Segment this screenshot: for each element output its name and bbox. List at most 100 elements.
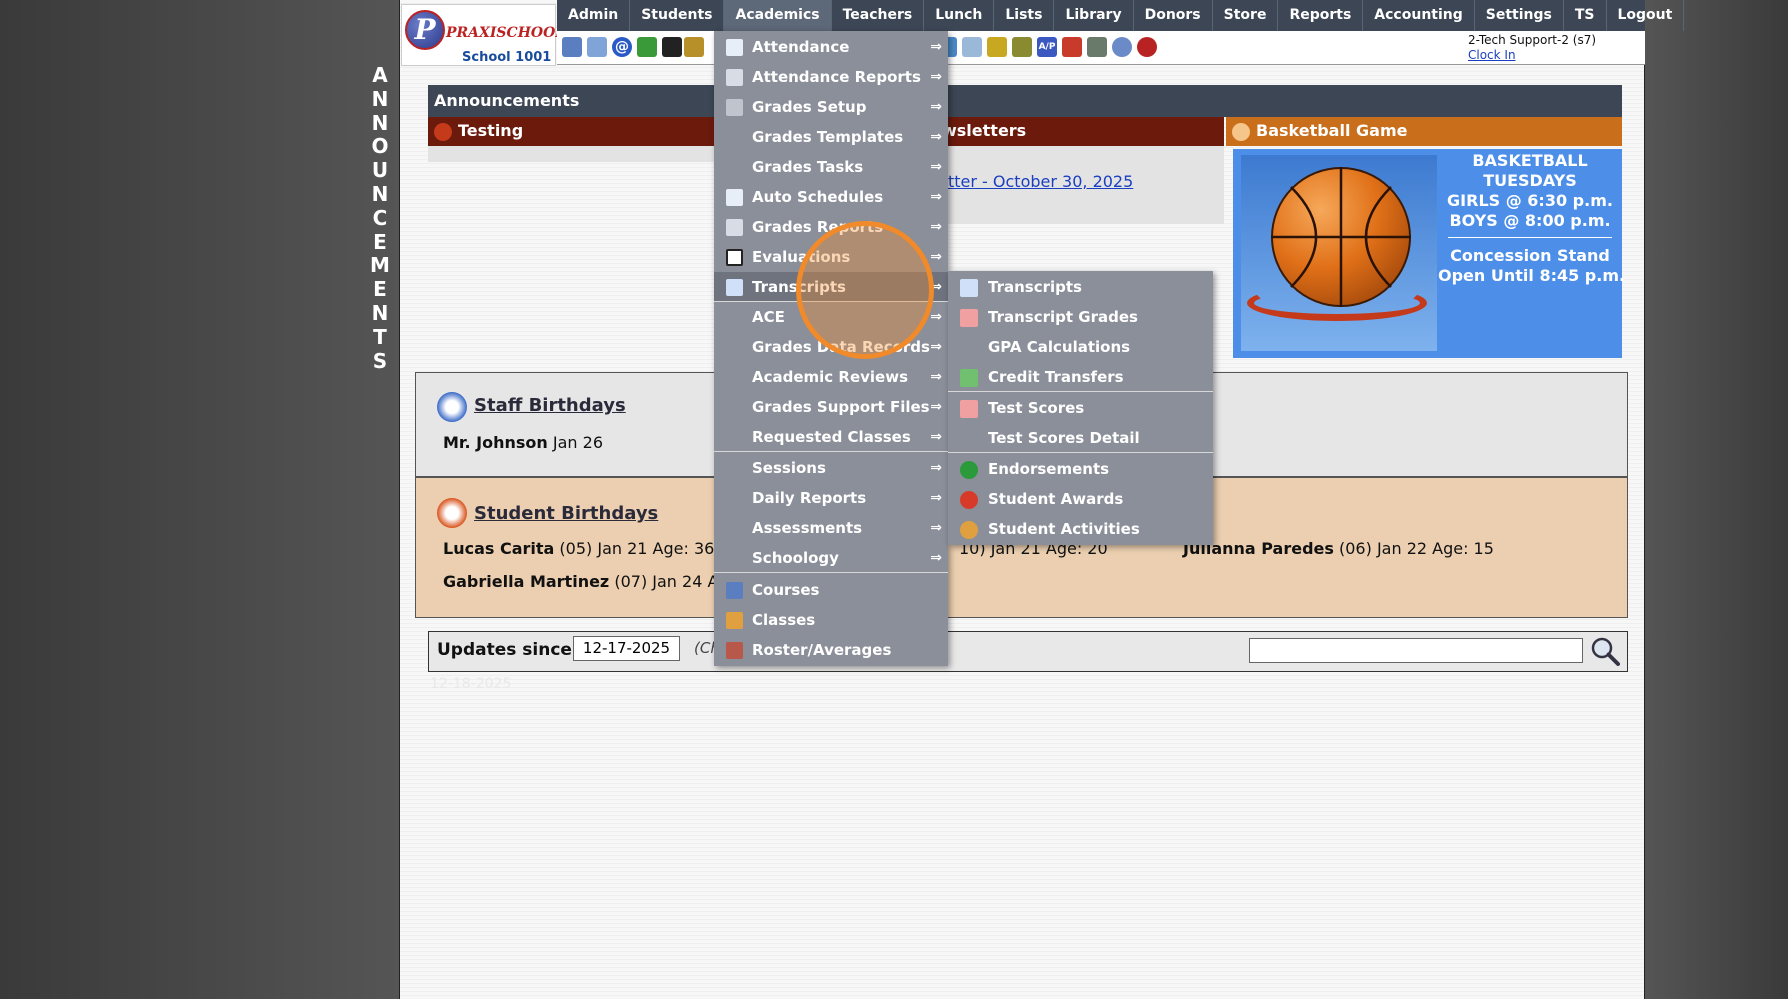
power-icon[interactable] <box>1137 37 1157 57</box>
email-icon[interactable]: @ <box>612 37 632 57</box>
money-icon[interactable] <box>1087 37 1107 57</box>
ap-icon[interactable]: A/P <box>1037 37 1057 57</box>
nav-teachers[interactable]: Teachers <box>832 0 925 31</box>
menu-item-daily-reports[interactable]: Daily Reports ⇒ <box>714 483 948 513</box>
nav-settings[interactable]: Settings <box>1475 0 1564 31</box>
transfer-icon <box>960 369 978 387</box>
menu-item-label: Sessions <box>752 459 826 477</box>
card-icon[interactable] <box>987 37 1007 57</box>
search-icon[interactable] <box>1589 635 1621 667</box>
nav-store[interactable]: Store <box>1213 0 1279 31</box>
vertical-announcements-banner: ANNOUNCEMENTS <box>368 63 392 373</box>
menu-item-attendance[interactable]: Attendance ⇒ <box>714 32 948 62</box>
submenu-item-test-scores[interactable]: Test Scores <box>948 393 1213 423</box>
chat-icon[interactable] <box>637 37 657 57</box>
announcements-banner-letter: T <box>373 324 387 349</box>
right-background <box>1645 0 1788 999</box>
submenu-arrow-icon: ⇒ <box>930 520 942 536</box>
nav-students[interactable]: Students <box>630 0 725 31</box>
menu-item-roster-averages[interactable]: Roster/Averages <box>714 635 948 665</box>
basketball-image <box>1241 155 1437 351</box>
lunch-icon[interactable] <box>684 37 704 57</box>
menu-item-grades-templates[interactable]: Grades Templates ⇒ <box>714 122 948 152</box>
checkbox-icon <box>726 249 743 266</box>
menu-item-grades-setup[interactable]: Grades Setup ⇒ <box>714 92 948 122</box>
menu-item-schoology[interactable]: Schoology ⇒ <box>714 543 948 573</box>
student-birthdays-title[interactable]: Student Birthdays <box>474 503 658 524</box>
announcements-banner-letter: N <box>371 86 389 111</box>
menu-item-label: Grades Tasks <box>752 158 864 176</box>
pdf-icon[interactable] <box>1062 37 1082 57</box>
updates-since-date-input[interactable]: 12-17-2025 <box>573 636 680 661</box>
basketball-text-line: BOYS @ 8:00 p.m. <box>1449 211 1611 230</box>
announcements-banner-letter: E <box>373 229 387 254</box>
announcements-banner-letter: N <box>371 110 389 135</box>
nav-accounting[interactable]: Accounting <box>1363 0 1475 31</box>
nav-reports[interactable]: Reports <box>1278 0 1364 31</box>
basketball-text-line: Concession Stand <box>1450 246 1610 265</box>
submenu-divider <box>948 452 1213 453</box>
announcements-banner-letter: S <box>372 348 388 373</box>
announcements-banner-letter: E <box>373 277 387 302</box>
menu-item-auto-schedules[interactable]: Auto Schedules ⇒ <box>714 182 948 212</box>
menu-item-requested-classes[interactable]: Requested Classes ⇒ <box>714 422 948 452</box>
nav-logout[interactable]: Logout <box>1607 0 1685 31</box>
menu-item-grades-tasks[interactable]: Grades Tasks ⇒ <box>714 152 948 182</box>
printer-icon[interactable] <box>1012 37 1032 57</box>
announcement-basketball-bar[interactable]: Basketball Game <box>1226 117 1622 146</box>
basketball-text-divider <box>1448 237 1612 238</box>
basketball-announcement-text: BASKETBALL TUESDAYS GIRLS @ 6:30 p.m. BOYS … <box>1438 151 1625 286</box>
submenu-item-endorsements[interactable]: Endorsements <box>948 454 1213 484</box>
submenu-arrow-icon: ⇒ <box>930 249 942 265</box>
calendar-icon <box>726 39 743 56</box>
help-icon[interactable] <box>1112 37 1132 57</box>
submenu-item-credit-transfers[interactable]: Credit Transfers <box>948 362 1213 392</box>
submenu-item-test-scores-detail[interactable]: Test Scores Detail <box>948 423 1213 453</box>
announcements-header: Announcements <box>428 85 1622 117</box>
calendar-icon <box>726 189 743 206</box>
nav-academics[interactable]: Academics <box>724 0 832 31</box>
phone-icon[interactable] <box>662 37 682 57</box>
checkmark-icon <box>960 461 978 479</box>
left-background <box>0 0 399 999</box>
nav-lunch[interactable]: Lunch <box>924 0 995 31</box>
submenu-item-transcript-grades[interactable]: Transcript Grades <box>948 302 1213 332</box>
menu-item-label: Requested Classes <box>752 428 911 446</box>
document-icon <box>960 279 978 297</box>
menu-item-sessions[interactable]: Sessions ⇒ <box>714 453 948 483</box>
nav-lists[interactable]: Lists <box>994 0 1055 31</box>
menu-item-label: Schoology <box>752 549 839 567</box>
menu-item-label: Grades Support Files <box>752 398 930 416</box>
student-birthday-entry: Lucas Carita (05) Jan 21 Age: 36 <box>443 539 714 558</box>
menu-item-assessments[interactable]: Assessments ⇒ <box>714 513 948 543</box>
announcement-testing-title: Testing <box>458 121 524 140</box>
clock-in-link[interactable]: Clock In <box>1468 48 1516 62</box>
submenu-item-transcripts[interactable]: Transcripts <box>948 272 1213 302</box>
nav-admin[interactable]: Admin <box>557 0 631 31</box>
submenu-item-student-activities[interactable]: Student Activities <box>948 514 1213 544</box>
menu-item-attendance-reports[interactable]: Attendance Reports ⇒ <box>714 62 948 92</box>
nav-donors[interactable]: Donors <box>1134 0 1213 31</box>
submenu-item-gpa-calculations[interactable]: GPA Calculations <box>948 332 1213 362</box>
nav-ts[interactable]: TS <box>1564 0 1607 31</box>
calendar-icon[interactable] <box>587 37 607 57</box>
submenu-item-label: GPA Calculations <box>988 338 1131 356</box>
menu-item-courses[interactable]: Courses <box>714 575 948 605</box>
announcements-banner-letter: U <box>371 158 389 183</box>
praxischool-logo[interactable]: P PRAXISCHOOL School 1001 <box>401 4 565 66</box>
cake-icon <box>437 498 467 528</box>
newsletter-link[interactable]: tter - October 30, 2025 <box>948 172 1133 191</box>
menu-item-classes[interactable]: Classes <box>714 605 948 635</box>
search-input[interactable] <box>1249 638 1583 663</box>
menu-item-academic-reviews[interactable]: Academic Reviews ⇒ <box>714 362 948 392</box>
nav-library[interactable]: Library <box>1054 0 1134 31</box>
announcement-testing-bar[interactable]: Testing <box>428 117 714 146</box>
search-icon[interactable] <box>562 37 582 57</box>
submenu-item-student-awards[interactable]: Student Awards <box>948 484 1213 514</box>
grid-icon[interactable] <box>962 37 982 57</box>
announcement-newsletters-bar[interactable]: wsletters <box>940 117 1224 146</box>
submenu-item-label: Transcript Grades <box>988 308 1138 326</box>
staff-birthdays-title[interactable]: Staff Birthdays <box>474 395 626 416</box>
submenu-arrow-icon: ⇒ <box>930 99 942 115</box>
menu-item-grades-support-files[interactable]: Grades Support Files ⇒ <box>714 392 948 422</box>
